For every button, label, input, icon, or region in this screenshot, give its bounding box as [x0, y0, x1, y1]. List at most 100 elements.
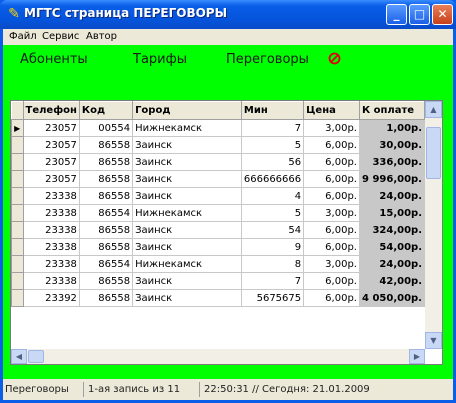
cell-code[interactable]: 86558 — [78, 289, 134, 307]
column-header-city[interactable]: Город — [132, 101, 242, 120]
cell-total[interactable]: 24,00р. — [358, 255, 425, 273]
row-indicator[interactable] — [11, 153, 24, 171]
cell-code[interactable]: 00554 — [78, 119, 134, 137]
cell-total[interactable]: 9 996,00р. — [358, 170, 425, 188]
cell-total[interactable]: 15,00р. — [358, 204, 425, 222]
table-row[interactable]: 23338 86558 Заинск 54 6,00р. 324,00р. — [11, 221, 425, 239]
cell-min[interactable]: 666666666 — [240, 170, 305, 188]
column-header-minutes[interactable]: Мин — [240, 101, 305, 120]
table-row[interactable]: 23338 86554 Нижнекамск 5 3,00р. 15,00р. — [11, 204, 425, 222]
cell-price[interactable]: 3,00р. — [303, 204, 360, 222]
scroll-left-icon[interactable]: ◀ — [11, 349, 27, 364]
cell-city[interactable]: Заинск — [132, 187, 242, 205]
current-row-indicator-icon[interactable]: ▶ — [11, 119, 24, 137]
scroll-right-icon[interactable]: ▶ — [409, 349, 425, 364]
menu-author[interactable]: Автор — [86, 31, 117, 42]
column-header-phone[interactable]: Телефон — [22, 101, 80, 120]
cell-city[interactable]: Заинск — [132, 153, 242, 171]
cell-city[interactable]: Заинск — [132, 221, 242, 239]
row-indicator[interactable] — [11, 238, 24, 256]
cell-code[interactable]: 86554 — [78, 255, 134, 273]
nav-link-calls[interactable]: Переговоры — [226, 52, 309, 67]
cell-total[interactable]: 24,00р. — [358, 187, 425, 205]
cell-total[interactable]: 30,00р. — [358, 136, 425, 154]
cell-min[interactable]: 5675675 — [240, 289, 305, 307]
menu-file[interactable]: Файл — [9, 31, 37, 42]
vertical-scroll-thumb[interactable] — [426, 127, 441, 179]
column-header-total[interactable]: К оплате — [358, 101, 425, 120]
cell-phone[interactable]: 23057 — [22, 119, 80, 137]
cell-code[interactable]: 86558 — [78, 238, 134, 256]
menu-service[interactable]: Сервис — [42, 31, 79, 42]
cell-city[interactable]: Нижнекамск — [132, 255, 242, 273]
cell-code[interactable]: 86558 — [78, 187, 134, 205]
table-row[interactable]: 23338 86558 Заинск 7 6,00р. 42,00р. — [11, 272, 425, 290]
cell-min[interactable]: 9 — [240, 238, 305, 256]
row-indicator[interactable] — [11, 255, 24, 273]
close-button[interactable]: ✕ — [432, 4, 453, 25]
cell-price[interactable]: 6,00р. — [303, 136, 360, 154]
cell-phone[interactable]: 23338 — [22, 238, 80, 256]
maximize-button[interactable]: □ — [409, 4, 430, 25]
cell-min[interactable]: 7 — [240, 272, 305, 290]
cell-min[interactable]: 5 — [240, 204, 305, 222]
scroll-up-icon[interactable]: ▲ — [425, 101, 442, 118]
nav-link-tariffs[interactable]: Тарифы — [133, 52, 187, 67]
cell-total[interactable]: 324,00р. — [358, 221, 425, 239]
cell-phone[interactable]: 23338 — [22, 272, 80, 290]
cell-price[interactable]: 6,00р. — [303, 170, 360, 188]
cell-code[interactable]: 86558 — [78, 221, 134, 239]
cell-phone[interactable]: 23057 — [22, 136, 80, 154]
cell-code[interactable]: 86558 — [78, 170, 134, 188]
cell-city[interactable]: Заинск — [132, 170, 242, 188]
cell-price[interactable]: 6,00р. — [303, 153, 360, 171]
cell-phone[interactable]: 23338 — [22, 187, 80, 205]
cell-total[interactable]: 54,00р. — [358, 238, 425, 256]
cell-price[interactable]: 6,00р. — [303, 238, 360, 256]
cell-phone[interactable]: 23338 — [22, 204, 80, 222]
cell-city[interactable]: Заинск — [132, 272, 242, 290]
table-row[interactable]: 23338 86558 Заинск 4 6,00р. 24,00р. — [11, 187, 425, 205]
vertical-scrollbar[interactable]: ▲ ▼ — [425, 101, 442, 349]
row-indicator[interactable] — [11, 170, 24, 188]
cell-min[interactable]: 4 — [240, 187, 305, 205]
cell-total[interactable]: 336,00р. — [358, 153, 425, 171]
table-row[interactable]: 23057 86558 Заинск 666666666 6,00р. 9 996,00р… — [11, 170, 425, 188]
table-row[interactable]: ▶ 23057 00554 Нижнекамск 7 3,00р. 1,00р. — [11, 119, 425, 137]
cell-price[interactable]: 6,00р. — [303, 272, 360, 290]
cell-phone[interactable]: 23338 — [22, 255, 80, 273]
cell-price[interactable]: 3,00р. — [303, 255, 360, 273]
cell-city[interactable]: Заинск — [132, 238, 242, 256]
nav-link-subscribers[interactable]: Абоненты — [20, 52, 88, 67]
table-row[interactable]: 23057 86558 Заинск 5 6,00р. 30,00р. — [11, 136, 425, 154]
cell-price[interactable]: 6,00р. — [303, 221, 360, 239]
cell-min[interactable]: 54 — [240, 221, 305, 239]
column-header-code[interactable]: Код — [78, 101, 134, 120]
cell-min[interactable]: 7 — [240, 119, 305, 137]
table-row[interactable]: 23392 86558 Заинск 5675675 6,00р. 4 050,00р. — [11, 289, 425, 307]
cell-total[interactable]: 1,00р. — [358, 119, 425, 137]
row-indicator[interactable] — [11, 221, 24, 239]
horizontal-scrollbar[interactable]: ◀ ▶ — [11, 349, 425, 364]
cell-phone[interactable]: 23338 — [22, 221, 80, 239]
cell-phone[interactable]: 23057 — [22, 153, 80, 171]
row-indicator[interactable] — [11, 272, 24, 290]
cell-min[interactable]: 5 — [240, 136, 305, 154]
table-row[interactable]: 23338 86554 Нижнекамск 8 3,00р. 24,00р. — [11, 255, 425, 273]
horizontal-scroll-thumb[interactable] — [28, 350, 44, 363]
cell-code[interactable]: 86558 — [78, 272, 134, 290]
cell-total[interactable]: 4 050,00р. — [358, 289, 425, 307]
cell-city[interactable]: Заинск — [132, 289, 242, 307]
table-row[interactable]: 23338 86558 Заинск 9 6,00р. 54,00р. — [11, 238, 425, 256]
cell-price[interactable]: 3,00р. — [303, 119, 360, 137]
table-row[interactable]: 23057 86558 Заинск 56 6,00р. 336,00р. — [11, 153, 425, 171]
cell-city[interactable]: Нижнекамск — [132, 204, 242, 222]
row-indicator[interactable] — [11, 136, 24, 154]
cell-min[interactable]: 56 — [240, 153, 305, 171]
cell-total[interactable]: 42,00р. — [358, 272, 425, 290]
cell-code[interactable]: 86554 — [78, 204, 134, 222]
row-indicator[interactable] — [11, 204, 24, 222]
row-indicator[interactable] — [11, 187, 24, 205]
cell-city[interactable]: Нижнекамск — [132, 119, 242, 137]
cell-code[interactable]: 86558 — [78, 136, 134, 154]
